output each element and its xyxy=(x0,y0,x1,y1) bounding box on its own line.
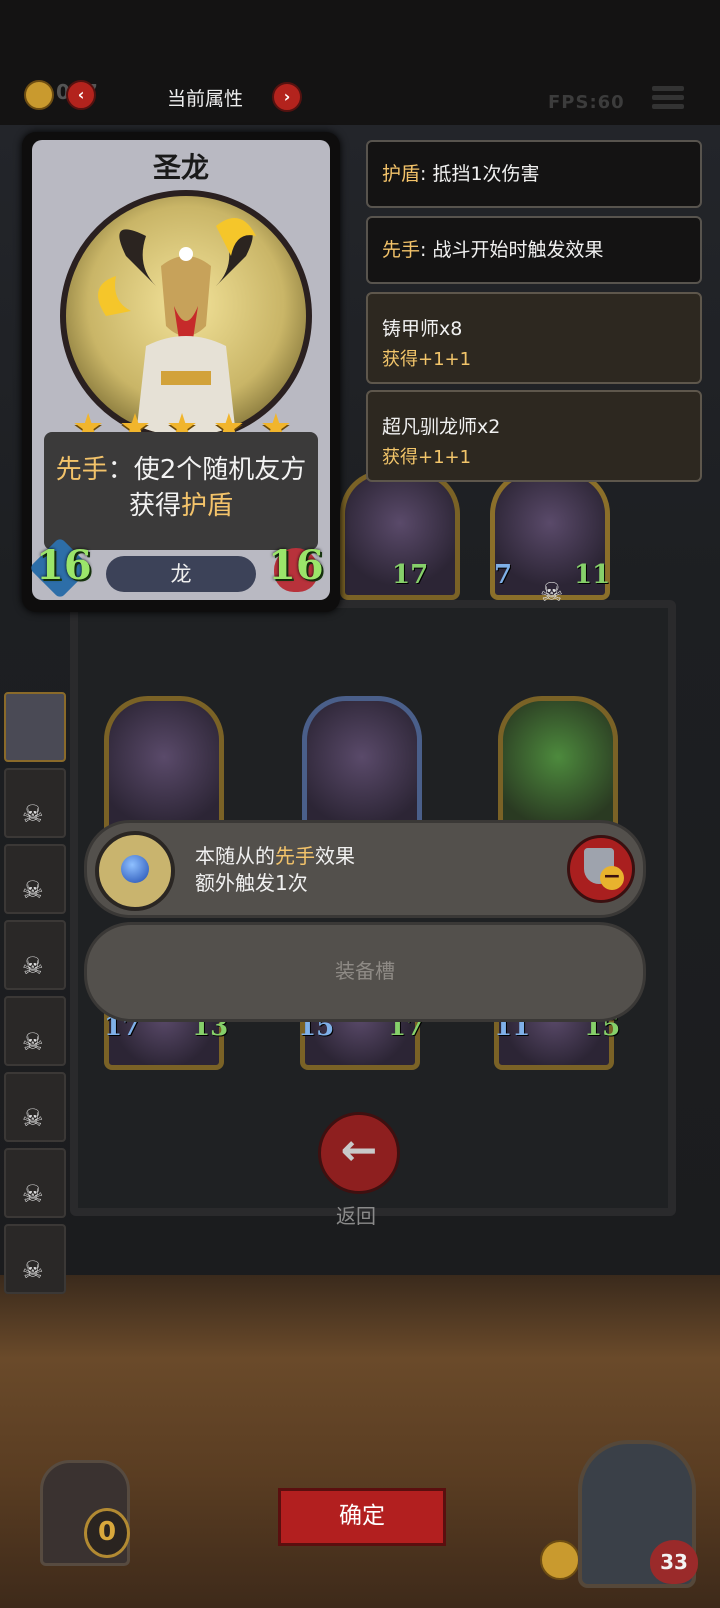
menu-icon-bar xyxy=(652,86,684,91)
synergy-gain: 获得+1+1 xyxy=(382,349,472,370)
roster-slot[interactable]: ☠ xyxy=(4,1072,66,1142)
keyword-term: 先手 xyxy=(382,239,421,261)
roster-slot[interactable]: ☠ xyxy=(4,1148,66,1218)
skull-icon: ☠ xyxy=(22,800,44,828)
tribe-label: 龙 xyxy=(106,556,256,592)
keyword-term: 护盾 xyxy=(382,163,421,185)
equipped-item-row[interactable]: 本随从的先手效果 额外触发1次 − xyxy=(84,820,646,918)
synergy-name: 超凡驯龙师x2 xyxy=(382,416,501,438)
chevron-right-icon: › xyxy=(283,87,291,106)
equipment-slot-label: 装备槽 xyxy=(335,959,395,983)
gold-count: 0 xyxy=(84,1508,130,1558)
next-page-button[interactable]: › xyxy=(272,82,302,112)
keyword-shield-panel: 护盾: 抵挡1次伤害 xyxy=(366,140,702,208)
menu-icon-bar xyxy=(652,104,684,109)
synergy-name: 铸甲师x8 xyxy=(382,318,463,340)
card-attack: 16 xyxy=(36,542,92,589)
skull-icon: ☠ xyxy=(22,1104,44,1132)
synergy-gain: 获得+1+1 xyxy=(382,447,472,468)
minus-icon: − xyxy=(600,866,624,890)
chevron-left-icon: ‹ xyxy=(77,85,85,104)
minion-detail-card: 圣龙 ★ ★ ★ ★ ★ 先手：使2个随机友方获得护盾 16 16 龙 xyxy=(22,132,340,612)
roster-slot[interactable]: ☠ xyxy=(4,844,66,914)
roster-slot[interactable]: ☠ xyxy=(4,920,66,990)
roster-slot[interactable]: ☠ xyxy=(4,996,66,1066)
hero-power-icon[interactable] xyxy=(540,1540,580,1580)
minion-health: 11 xyxy=(574,560,611,590)
skull-icon: ☠ xyxy=(22,1028,44,1056)
keyword-first-strike-panel: 先手: 战斗开始时触发效果 xyxy=(366,216,702,284)
ability-keyword: 护盾 xyxy=(181,491,234,521)
card-name: 圣龙 xyxy=(152,151,209,184)
equipment-slot[interactable]: 装备槽 xyxy=(84,922,646,1022)
gold-coin-icon xyxy=(24,80,54,110)
menu-icon-bar xyxy=(652,95,684,100)
arrow-left-icon: ← xyxy=(340,1125,378,1176)
confirm-button[interactable]: 确定 xyxy=(278,1488,446,1546)
page-title: 当前属性 xyxy=(166,88,243,110)
synergy-panel: 超凡驯龙师x2 获得+1+1 xyxy=(366,390,702,482)
fps-counter: FPS:60 xyxy=(548,92,625,113)
holy-dragon-portrait xyxy=(60,190,312,442)
skull-icon: ☠ xyxy=(22,1180,44,1208)
item-description: 本随从的先手效果 额外触发1次 xyxy=(195,844,355,895)
prev-page-button[interactable]: ‹ xyxy=(66,80,96,110)
keyword-desc: : 战斗开始时触发效果 xyxy=(420,239,604,261)
roster-slot-active[interactable] xyxy=(4,692,66,762)
orb-icon xyxy=(121,855,149,883)
menu-button[interactable] xyxy=(652,86,684,114)
roster-slot[interactable]: ☠ xyxy=(4,1224,66,1294)
return-label: 返回 xyxy=(336,1204,376,1228)
skull-icon: ☠ xyxy=(22,876,44,904)
unequip-button[interactable]: − xyxy=(567,835,635,903)
card-health: 16 xyxy=(268,542,324,589)
roster-slot[interactable]: ☠ xyxy=(4,768,66,838)
skull-icon: ☠ xyxy=(540,578,564,608)
hero-health: 33 xyxy=(650,1540,698,1584)
blue-orb-amulet-icon xyxy=(95,831,175,911)
ability-text: 先手：使2个随机友方获得护盾 xyxy=(54,452,308,524)
ability-keyword: 先手 xyxy=(55,455,108,485)
keyword-desc: : 抵挡1次伤害 xyxy=(420,163,540,185)
skull-icon: ☠ xyxy=(22,1256,44,1284)
skull-icon: ☠ xyxy=(22,952,44,980)
return-button[interactable]: ← xyxy=(318,1112,400,1194)
synergy-panel: 铸甲师x8 获得+1+1 xyxy=(366,292,702,384)
minion-attack: 7 xyxy=(494,560,513,590)
minion-health: 17 xyxy=(392,560,429,590)
ability-box: 先手：使2个随机友方获得护盾 xyxy=(44,432,318,550)
